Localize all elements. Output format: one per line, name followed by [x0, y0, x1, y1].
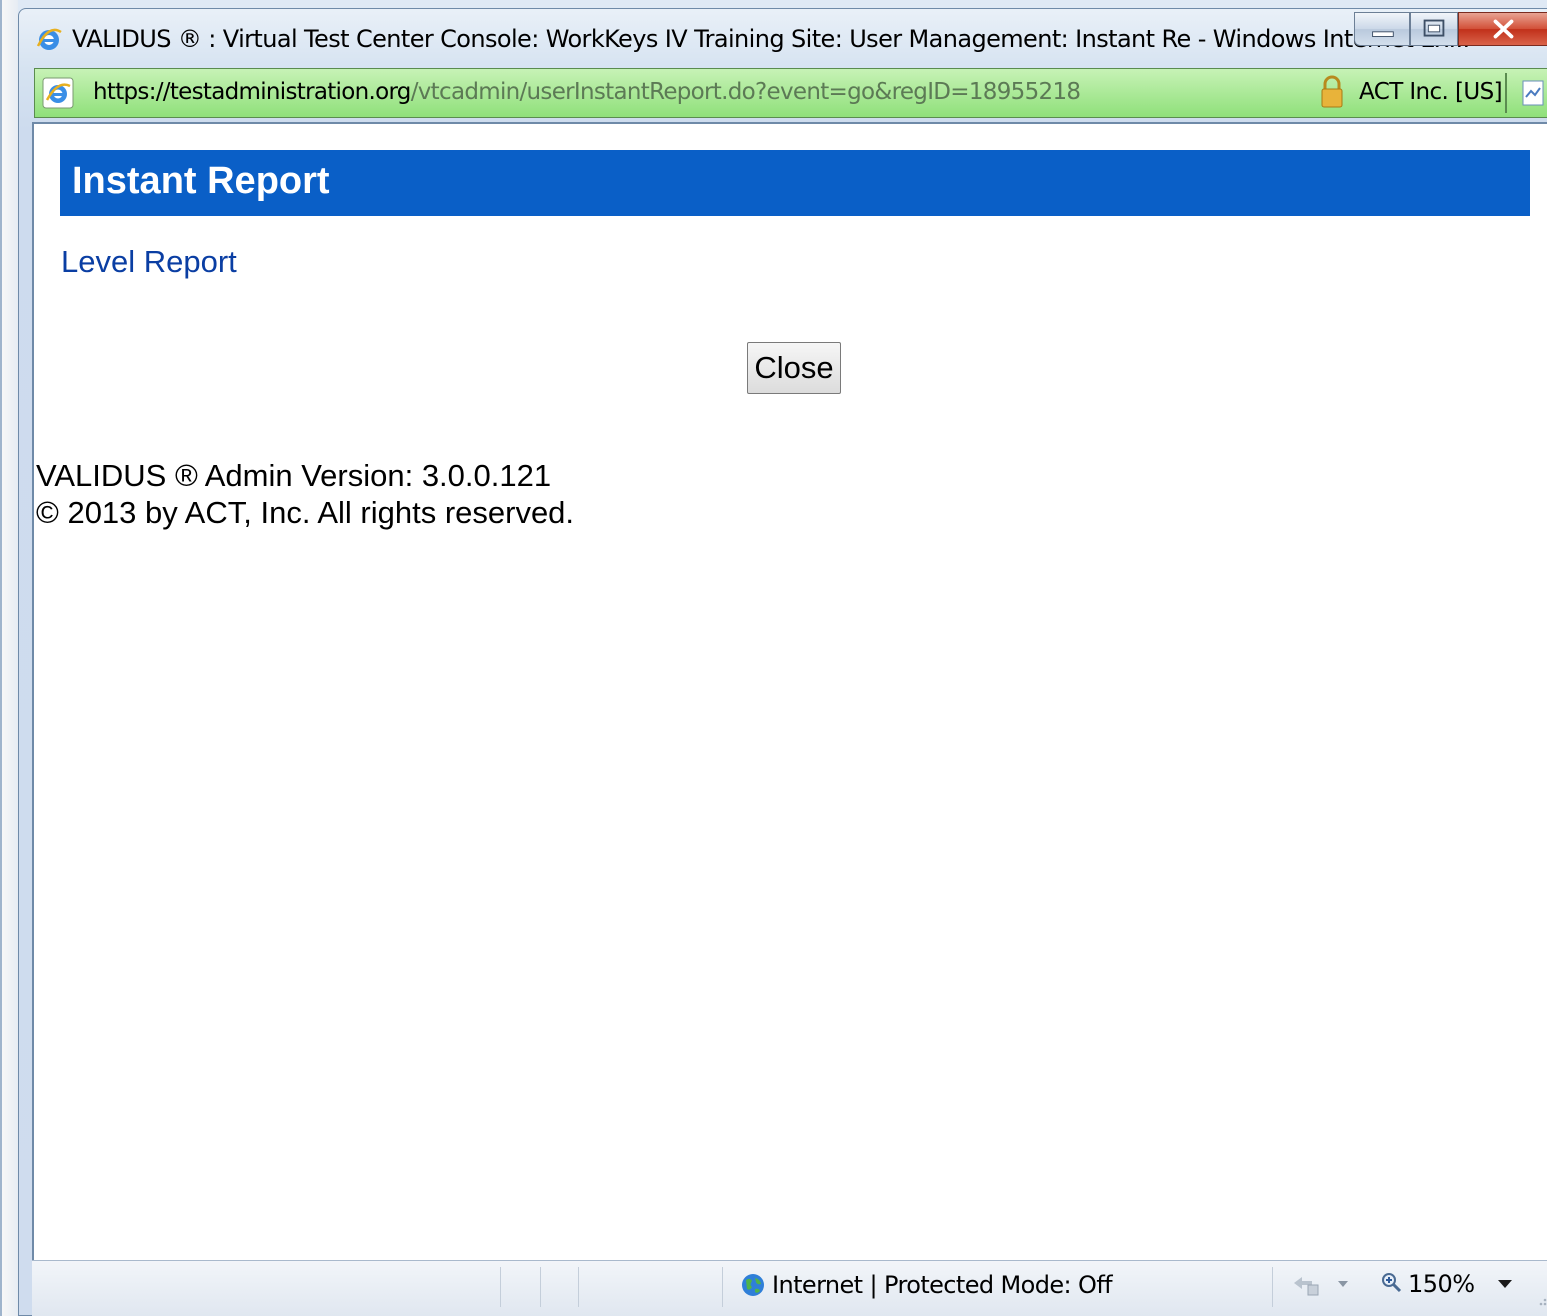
zoom-icon[interactable]: [1380, 1271, 1402, 1293]
status-divider: [722, 1267, 723, 1307]
ie-logo-icon: [36, 28, 62, 50]
level-report-link[interactable]: Level Report: [61, 244, 237, 280]
copyright-text: © 2013 by ACT, Inc. All rights reserved.: [36, 495, 575, 530]
window-title: VALIDUS ® : Virtual Test Center Console:…: [72, 25, 1470, 53]
address-bar[interactable]: https://testadministration.org/vtcadmin/…: [34, 68, 1547, 118]
status-divider: [1272, 1267, 1273, 1307]
chevron-down-icon[interactable]: [1496, 1277, 1514, 1291]
status-divider: [540, 1267, 541, 1307]
url-text[interactable]: https://testadministration.org/vtcadmin/…: [93, 79, 1081, 105]
header-bar: Instant Report: [60, 150, 1530, 216]
zoom-level[interactable]: 150%: [1408, 1270, 1475, 1298]
status-divider: [500, 1267, 501, 1307]
browser-window: VALIDUS ® : Virtual Test Center Console:…: [0, 0, 1547, 1316]
certificate-label[interactable]: ACT Inc. [US]: [1359, 79, 1503, 105]
page-ie-icon: [42, 77, 74, 109]
close-icon: [1493, 19, 1514, 39]
compatibility-view-icon[interactable]: [1521, 79, 1545, 107]
minimize-button[interactable]: [1354, 12, 1410, 46]
status-bar: Internet | Protected Mode: Off 150%: [32, 1260, 1547, 1316]
maximize-icon: [1423, 19, 1445, 37]
addons-icon[interactable]: [1290, 1271, 1324, 1299]
security-zone[interactable]: Internet | Protected Mode: Off: [772, 1271, 1113, 1299]
close-window-button[interactable]: [1458, 12, 1547, 46]
window-shadow: [2, 0, 18, 1316]
close-button[interactable]: Close: [747, 342, 841, 394]
url-protocol: https://: [93, 79, 171, 105]
version-text: VALIDUS ® Admin Version: 3.0.0.121: [36, 458, 552, 493]
url-host: testadministration.org: [169, 79, 412, 105]
status-divider: [578, 1267, 579, 1307]
url-path: /vtcadmin/userInstantReport.do?event=go&…: [410, 79, 1081, 105]
title-bar[interactable]: VALIDUS ® : Virtual Test Center Console:…: [18, 12, 1547, 68]
lock-icon[interactable]: [1319, 75, 1345, 109]
address-divider: [1505, 73, 1507, 113]
chevron-down-icon[interactable]: [1336, 1279, 1350, 1289]
minimize-icon: [1372, 31, 1394, 37]
resize-grip-icon[interactable]: [1532, 1291, 1547, 1307]
page-title: Instant Report: [72, 160, 330, 202]
globe-icon: [742, 1274, 764, 1296]
maximize-button[interactable]: [1410, 12, 1458, 46]
page-content: Instant Report Level Report Close VALIDU…: [32, 122, 1547, 1260]
